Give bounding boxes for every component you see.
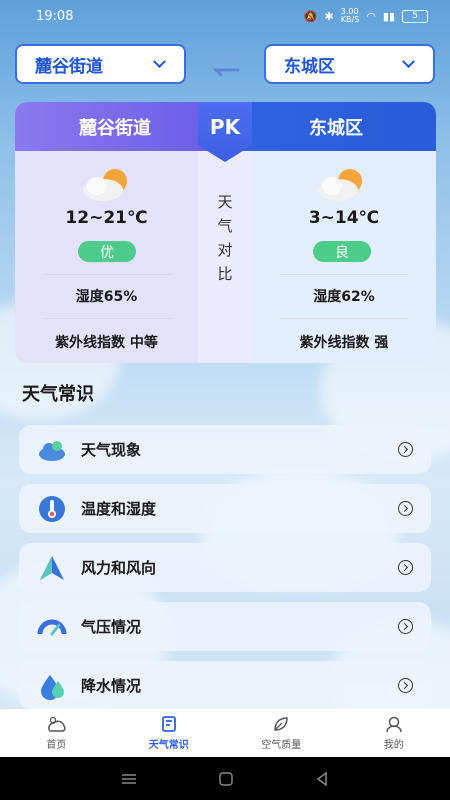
home-button-icon[interactable] <box>218 771 234 787</box>
profile-icon <box>386 716 402 733</box>
left-temperature: 12~21℃ <box>65 208 148 228</box>
back-icon[interactable] <box>314 771 330 787</box>
right-humidity: 湿度62% <box>313 289 375 305</box>
bottom-nav: 首页 天气常识 空气质量 我的 <box>0 709 450 757</box>
status-time: 19:08 <box>36 8 74 24</box>
signal-icon: ▮▮ <box>382 9 395 23</box>
network-speed: 3.00 KB/S <box>340 7 360 24</box>
nav-home[interactable]: 首页 <box>0 709 113 757</box>
left-humidity: 湿度65% <box>75 289 138 305</box>
mute-icon: 🔕 <box>303 9 318 23</box>
left-aqi-badge: 优 <box>78 241 136 262</box>
leaf-icon <box>274 717 289 731</box>
system-nav-bar <box>0 757 450 800</box>
status-bar: 19:08 🔕 ✱ 3.00 KB/S ◠ ▮▮ 5 <box>0 0 450 32</box>
chevron-right-icon <box>398 619 413 634</box>
right-city-select[interactable]: 东城区 <box>264 44 435 84</box>
raindrop-icon <box>41 674 64 700</box>
right-city-header: 东城区 <box>236 102 436 151</box>
chevron-right-icon <box>398 442 413 457</box>
chevron-down-icon <box>402 54 415 68</box>
weather-compare-card: 麓谷街道 东城区 PK 天 气 对 比 12~21℃ 优 湿度65% 紫外线指数… <box>15 102 436 363</box>
right-uv-index: 紫外线指数 强 <box>299 335 389 351</box>
nav-air-quality[interactable]: 空气质量 <box>225 709 338 757</box>
section-title: 天气常识 <box>22 384 94 405</box>
book-icon <box>161 716 176 732</box>
nav-weather-knowledge[interactable]: 天气常识 <box>113 709 226 757</box>
list-item-precipitation[interactable]: 降水情况 <box>19 661 431 710</box>
left-uv-index: 紫外线指数 中等 <box>55 335 158 351</box>
left-city-select[interactable]: 麓谷街道 <box>15 44 186 84</box>
bluetooth-icon: ✱ <box>324 9 334 23</box>
chevron-right-icon <box>398 678 413 693</box>
list-item-temperature-humidity[interactable]: 温度和湿度 <box>19 484 431 533</box>
cloud-icon <box>39 440 65 461</box>
partly-cloudy-icon <box>318 169 362 201</box>
wind-icon <box>40 555 64 580</box>
right-temperature: 3~14℃ <box>308 208 380 228</box>
right-city-label: 东城区 <box>284 56 335 77</box>
chevron-right-icon <box>398 501 413 516</box>
list-item-weather-phenomena[interactable]: 天气现象 <box>19 425 431 474</box>
wifi-icon: ◠ <box>366 9 376 23</box>
home-weather-icon <box>48 716 66 732</box>
chevron-down-icon <box>153 54 166 68</box>
swap-icon[interactable] <box>208 52 242 78</box>
gauge-icon <box>37 619 67 635</box>
menu-icon[interactable] <box>120 772 138 786</box>
compare-vertical-label: 天 气 对 比 <box>217 193 233 283</box>
nav-profile[interactable]: 我的 <box>338 709 450 757</box>
partly-cloudy-icon <box>83 169 127 201</box>
list-item-wind[interactable]: 风力和风向 <box>19 543 431 592</box>
chevron-right-icon <box>398 560 413 575</box>
battery-icon: 5 <box>402 9 428 23</box>
list-item-pressure[interactable]: 气压情况 <box>19 602 431 651</box>
right-aqi-badge: 良 <box>313 241 371 262</box>
left-city-label: 麓谷街道 <box>35 56 103 77</box>
left-city-header: 麓谷街道 <box>15 102 215 151</box>
thermometer-icon <box>39 495 65 522</box>
